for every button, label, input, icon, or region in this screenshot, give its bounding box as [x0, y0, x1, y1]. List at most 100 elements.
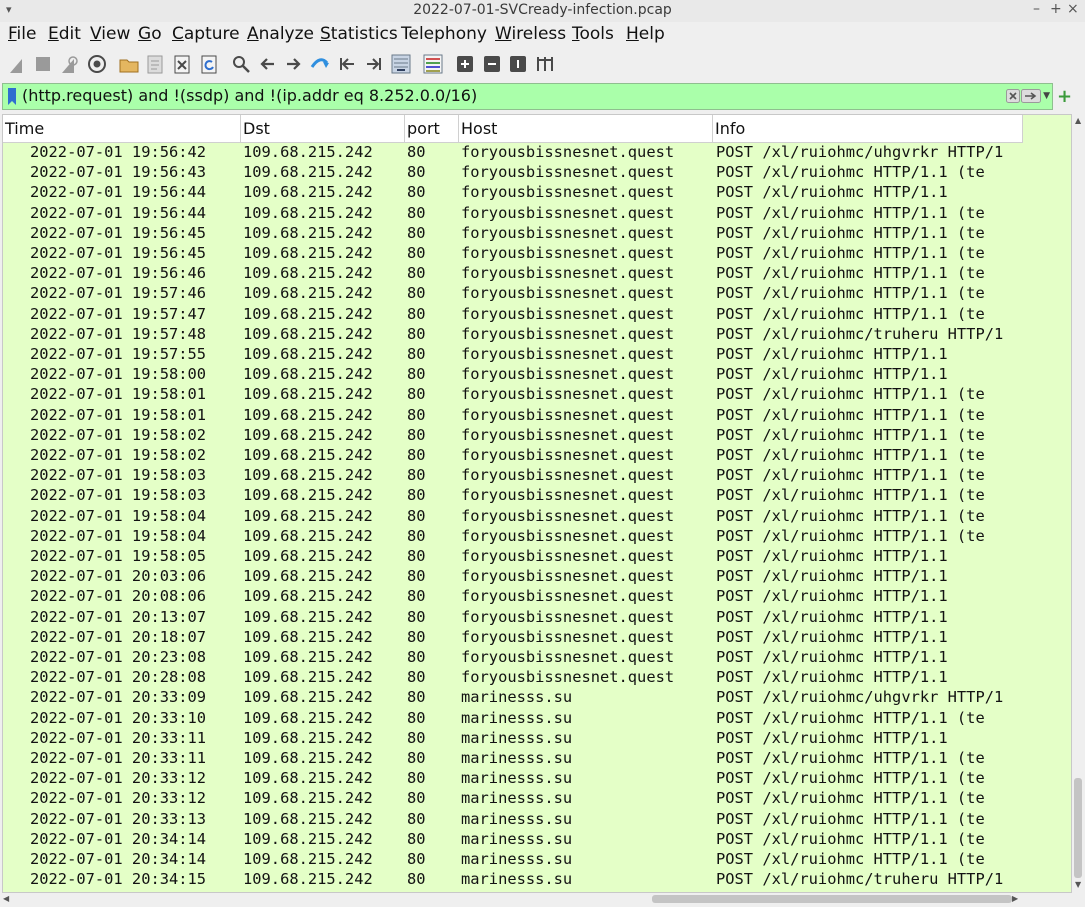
table-row[interactable]: 2022-07-01 20:33:09 109.68.215.242 80 marin…	[3, 687, 1023, 707]
table-row[interactable]: 2022-07-01 19:56:45 109.68.215.242 80 foryo…	[3, 223, 1023, 243]
cell-info: POST /xl/ruiohmc HTTP/1.1 (te	[716, 708, 985, 727]
start-capture-icon[interactable]	[5, 52, 29, 76]
cell-info: POST /xl/ruiohmc HTTP/1.1 (te	[716, 809, 985, 828]
menu-analyze[interactable]: Analyze	[247, 24, 314, 44]
table-row[interactable]: 2022-07-01 20:13:07 109.68.215.242 80 foryo…	[3, 607, 1023, 627]
cell-host: marinesss.su	[461, 708, 573, 727]
menu-statistics[interactable]: Statistics	[320, 24, 398, 44]
go-to-packet-icon[interactable]	[308, 52, 332, 76]
cell-port: 80	[407, 143, 426, 161]
table-row[interactable]: 2022-07-01 20:28:08 109.68.215.242 80 foryo…	[3, 667, 1023, 687]
table-row[interactable]: 2022-07-01 19:56:46 109.68.215.242 80 foryo…	[3, 263, 1023, 283]
bookmark-icon[interactable]	[8, 88, 16, 105]
first-packet-icon[interactable]	[335, 52, 359, 76]
maximize-icon[interactable]: +	[1050, 1, 1062, 17]
horizontal-scrollbar[interactable]: ◀ ▶	[2, 893, 1022, 905]
filter-history-dropdown-icon[interactable]: ▼	[1043, 91, 1050, 101]
scroll-left-icon[interactable]: ◀	[3, 894, 9, 903]
table-row[interactable]: 2022-07-01 19:58:05 109.68.215.242 80 foryo…	[3, 546, 1023, 566]
column-header-port[interactable]: port	[405, 115, 459, 142]
table-row[interactable]: 2022-07-01 19:56:43 109.68.215.242 80 foryo…	[3, 162, 1023, 182]
resize-columns-icon[interactable]	[533, 52, 557, 76]
save-file-icon[interactable]	[143, 52, 167, 76]
table-row[interactable]: 2022-07-01 20:34:15 109.68.215.242 80 marin…	[3, 869, 1023, 889]
table-row[interactable]: 2022-07-01 19:56:45 109.68.215.242 80 foryo…	[3, 243, 1023, 263]
filter-input[interactable]: (http.request) and !(ssdp) and !(ip.addr…	[22, 86, 477, 105]
table-row[interactable]: 2022-07-01 20:03:06 109.68.215.242 80 foryo…	[3, 566, 1023, 586]
table-row[interactable]: 2022-07-01 19:57:55 109.68.215.242 80 foryo…	[3, 344, 1023, 364]
menu-wireless[interactable]: Wireless	[495, 24, 566, 44]
last-packet-icon[interactable]	[362, 52, 386, 76]
table-row[interactable]: 2022-07-01 19:56:42 109.68.215.242 80 foryo…	[3, 142, 1023, 162]
go-forward-icon[interactable]	[281, 52, 305, 76]
table-row[interactable]: 2022-07-01 20:18:07 109.68.215.242 80 foryo…	[3, 627, 1023, 647]
close-file-icon[interactable]	[170, 52, 194, 76]
table-row[interactable]: 2022-07-01 20:34:14 109.68.215.242 80 marin…	[3, 849, 1023, 869]
add-filter-button-icon[interactable]: +	[1057, 86, 1072, 107]
table-row[interactable]: 2022-07-01 19:57:46 109.68.215.242 80 foryo…	[3, 283, 1023, 303]
menu-tools[interactable]: Tools	[572, 24, 614, 44]
menu-help[interactable]: Help	[626, 24, 665, 44]
capture-options-icon[interactable]	[85, 52, 109, 76]
column-header-time[interactable]: Time	[3, 115, 241, 142]
auto-scroll-icon[interactable]	[389, 52, 413, 76]
zoom-in-icon[interactable]	[453, 52, 477, 76]
vertical-scroll-thumb[interactable]	[1074, 778, 1082, 878]
table-row[interactable]: 2022-07-01 20:33:11 109.68.215.242 80 marin…	[3, 728, 1023, 748]
table-row[interactable]: 2022-07-01 20:33:12 109.68.215.242 80 marin…	[3, 788, 1023, 808]
menu-go[interactable]: Go	[138, 24, 162, 44]
menu-edit[interactable]: Edit	[48, 24, 81, 44]
table-row[interactable]: 2022-07-01 20:33:10 109.68.215.242 80 marin…	[3, 708, 1023, 728]
column-header-dst[interactable]: Dst	[241, 115, 405, 142]
menu-capture[interactable]: Capture	[172, 24, 240, 44]
close-icon[interactable]: ×	[1067, 1, 1079, 17]
column-header-info[interactable]: Info	[713, 115, 1023, 142]
stop-capture-icon[interactable]	[31, 52, 55, 76]
zoom-out-icon[interactable]	[480, 52, 504, 76]
reload-file-icon[interactable]	[197, 52, 221, 76]
vertical-scrollbar[interactable]: ▲ ▼	[1072, 114, 1085, 893]
cell-time: 2022-07-01 20:33:11	[30, 749, 207, 767]
find-packet-icon[interactable]	[229, 52, 253, 76]
table-row[interactable]: 2022-07-01 20:33:12 109.68.215.242 80 marin…	[3, 768, 1023, 788]
table-row[interactable]: 2022-07-01 19:58:03 109.68.215.242 80 foryo…	[3, 465, 1023, 485]
cell-time: 2022-07-01 20:33:10	[30, 708, 207, 727]
scroll-up-icon[interactable]: ▲	[1075, 116, 1081, 125]
table-row[interactable]: 2022-07-01 19:58:02 109.68.215.242 80 foryo…	[3, 425, 1023, 445]
menu-file[interactable]: File	[8, 24, 36, 44]
cell-dst: 109.68.215.242	[243, 203, 373, 222]
scroll-right-icon[interactable]: ▶	[1012, 894, 1018, 903]
column-header-host[interactable]: Host	[459, 115, 713, 142]
table-row[interactable]: 2022-07-01 19:58:01 109.68.215.242 80 foryo…	[3, 384, 1023, 404]
table-row[interactable]: 2022-07-01 19:58:00 109.68.215.242 80 foryo…	[3, 364, 1023, 384]
table-row[interactable]: 2022-07-01 20:33:13 109.68.215.242 80 marin…	[3, 809, 1023, 829]
open-file-icon[interactable]	[117, 52, 141, 76]
clear-filter-icon[interactable]	[1006, 89, 1020, 103]
table-row[interactable]: 2022-07-01 20:33:11 109.68.215.242 80 marin…	[3, 748, 1023, 768]
minimize-icon[interactable]: –	[1033, 1, 1040, 17]
colorize-icon[interactable]	[421, 52, 445, 76]
horizontal-scroll-thumb[interactable]	[652, 895, 1012, 903]
apply-filter-icon[interactable]	[1021, 89, 1041, 103]
cell-host: foryousbissnesnet.quest	[461, 526, 675, 545]
cell-host: foryousbissnesnet.quest	[461, 587, 675, 606]
go-back-icon[interactable]	[256, 52, 280, 76]
table-row[interactable]: 2022-07-01 20:23:08 109.68.215.242 80 foryo…	[3, 647, 1023, 667]
table-row[interactable]: 2022-07-01 19:56:44 109.68.215.242 80 foryo…	[3, 182, 1023, 202]
restart-capture-icon[interactable]	[57, 52, 81, 76]
table-row[interactable]: 2022-07-01 19:58:04 109.68.215.242 80 foryo…	[3, 526, 1023, 546]
table-row[interactable]: 2022-07-01 19:58:02 109.68.215.242 80 foryo…	[3, 445, 1023, 465]
table-row[interactable]: 2022-07-01 19:58:04 109.68.215.242 80 foryo…	[3, 506, 1023, 526]
table-row[interactable]: 2022-07-01 19:56:44 109.68.215.242 80 foryo…	[3, 203, 1023, 223]
table-row[interactable]: 2022-07-01 19:57:48 109.68.215.242 80 foryo…	[3, 324, 1023, 344]
table-row[interactable]: 2022-07-01 20:34:14 109.68.215.242 80 marin…	[3, 829, 1023, 849]
menu-telephony[interactable]: Telephony	[401, 24, 487, 44]
table-row[interactable]: 2022-07-01 19:58:01 109.68.215.242 80 foryo…	[3, 405, 1023, 425]
scroll-down-icon[interactable]: ▼	[1075, 880, 1081, 889]
table-row[interactable]: 2022-07-01 19:58:03 109.68.215.242 80 foryo…	[3, 485, 1023, 505]
menu-view[interactable]: View	[90, 24, 130, 44]
table-row[interactable]: 2022-07-01 19:57:47 109.68.215.242 80 foryo…	[3, 304, 1023, 324]
normal-size-icon[interactable]	[506, 52, 530, 76]
table-row[interactable]: 2022-07-01 20:08:06 109.68.215.242 80 foryo…	[3, 586, 1023, 606]
display-filter-bar[interactable]: (http.request) and !(ssdp) and !(ip.addr…	[2, 83, 1053, 110]
